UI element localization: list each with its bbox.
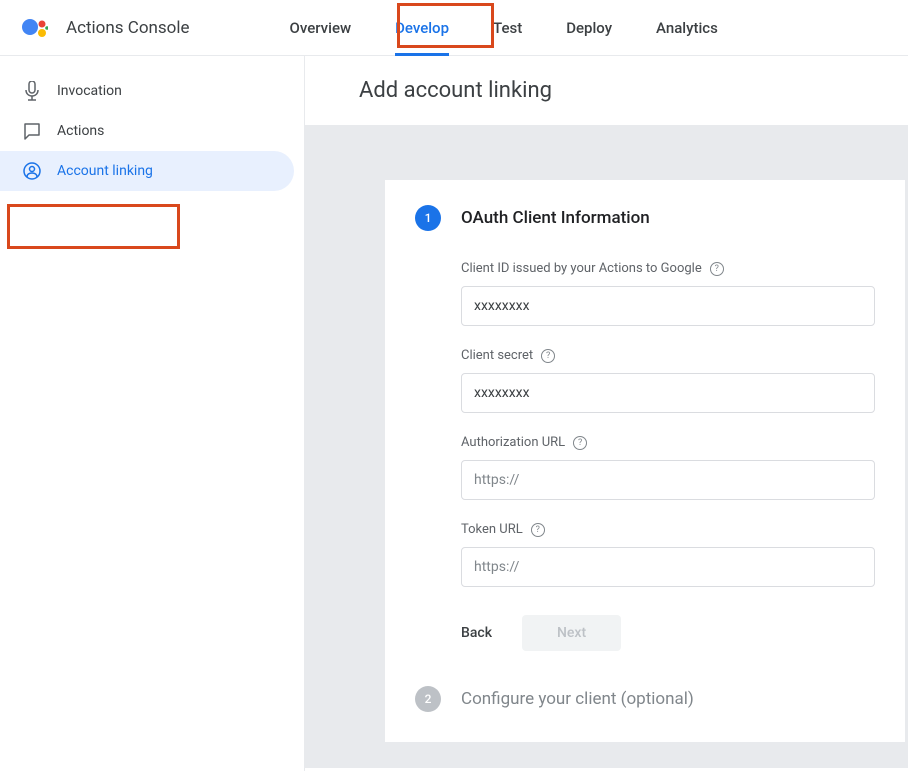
help-icon[interactable]: ?: [531, 523, 545, 537]
tab-deploy[interactable]: Deploy: [566, 0, 612, 56]
client-id-label: Client ID issued by your Actions to Goog…: [461, 261, 875, 276]
page-title: Add account linking: [359, 78, 908, 103]
person-icon: [22, 161, 42, 181]
chat-icon: [22, 121, 42, 141]
main-tabs: Overview Develop Test Deploy Analytics: [290, 0, 718, 56]
help-icon[interactable]: ?: [710, 262, 724, 276]
client-secret-label: Client secret ?: [461, 348, 875, 363]
step-1-header: 1 OAuth Client Information: [415, 205, 875, 231]
form-fields: Client ID issued by your Actions to Goog…: [461, 261, 875, 651]
next-button[interactable]: Next: [522, 615, 621, 651]
sidebar-item-label: Actions: [57, 123, 104, 139]
content-header: Add account linking: [305, 56, 908, 125]
button-row: Back Next: [461, 615, 875, 651]
tab-analytics[interactable]: Analytics: [656, 0, 718, 56]
tab-develop[interactable]: Develop: [395, 0, 449, 56]
sidebar-item-actions[interactable]: Actions: [0, 111, 294, 151]
oauth-panel: 1 OAuth Client Information Client ID iss…: [385, 180, 905, 742]
sidebar-item-label: Invocation: [57, 83, 122, 99]
step-2-title: Configure your client (optional): [461, 689, 694, 709]
step-1-title: OAuth Client Information: [461, 208, 650, 228]
tab-test[interactable]: Test: [493, 0, 522, 56]
token-url-label: Token URL ?: [461, 522, 875, 537]
content-area: Add account linking 1 OAuth Client Infor…: [305, 56, 908, 771]
field-client-id: Client ID issued by your Actions to Goog…: [461, 261, 875, 326]
step-2-header: 2 Configure your client (optional): [415, 686, 875, 712]
back-button[interactable]: Back: [461, 615, 492, 651]
tab-overview[interactable]: Overview: [290, 0, 352, 56]
field-token-url: Token URL ?: [461, 522, 875, 587]
step-2-number: 2: [415, 686, 441, 712]
help-icon[interactable]: ?: [573, 436, 587, 450]
field-auth-url: Authorization URL ?: [461, 435, 875, 500]
help-icon[interactable]: ?: [541, 349, 555, 363]
field-client-secret: Client secret ?: [461, 348, 875, 413]
app-title: Actions Console: [66, 18, 190, 38]
sidebar-item-invocation[interactable]: Invocation: [0, 71, 294, 111]
auth-url-input[interactable]: [461, 460, 875, 500]
mic-icon: [22, 81, 42, 101]
app-header: Actions Console Overview Develop Test De…: [0, 0, 908, 56]
client-id-input[interactable]: [461, 286, 875, 326]
client-secret-input[interactable]: [461, 373, 875, 413]
token-url-input[interactable]: [461, 547, 875, 587]
assistant-logo: [20, 14, 48, 42]
content-body: 1 OAuth Client Information Client ID iss…: [305, 125, 908, 768]
sidebar: Invocation Actions Account linking: [0, 56, 305, 771]
auth-url-label: Authorization URL ?: [461, 435, 875, 450]
step-1-number: 1: [415, 205, 441, 231]
sidebar-item-label: Account linking: [57, 163, 153, 179]
sidebar-item-account-linking[interactable]: Account linking: [0, 151, 294, 191]
